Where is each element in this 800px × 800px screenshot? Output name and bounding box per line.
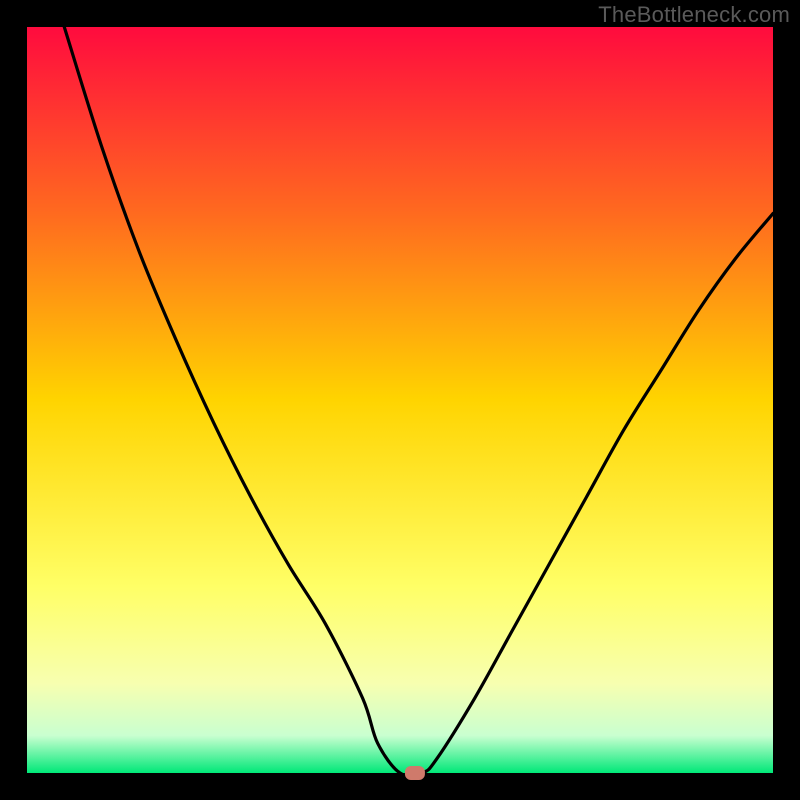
chart-frame: TheBottleneck.com	[0, 0, 800, 800]
plot-background-gradient	[27, 27, 773, 773]
bottleneck-chart	[0, 0, 800, 800]
optimal-point-marker	[405, 766, 425, 780]
watermark-text: TheBottleneck.com	[598, 2, 790, 28]
